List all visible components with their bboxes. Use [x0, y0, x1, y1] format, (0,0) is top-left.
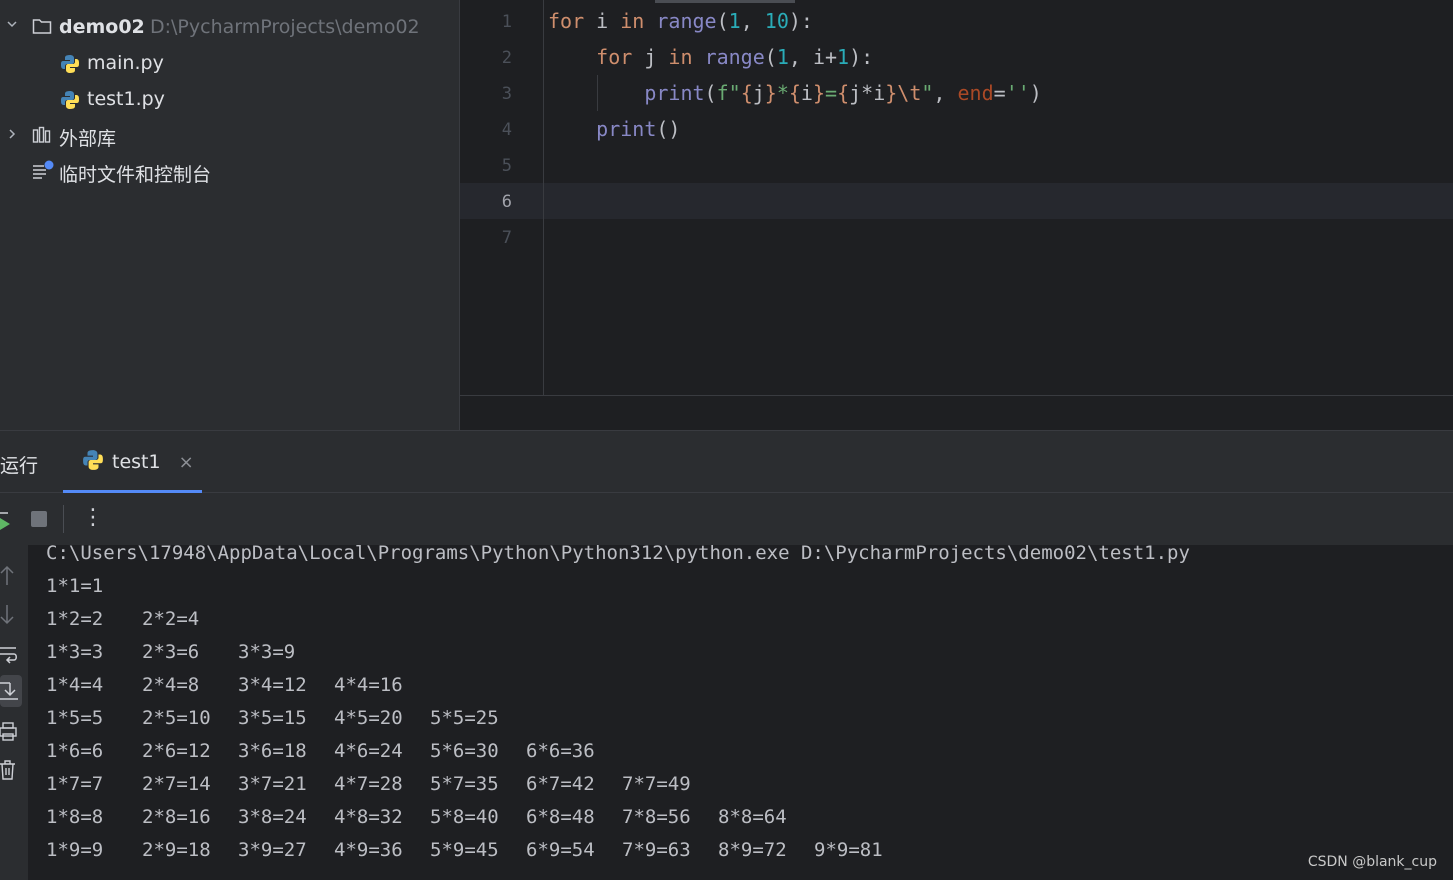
console-output-cell: 4*6=24 — [334, 740, 403, 762]
console-output-cell: 4*7=28 — [334, 773, 403, 795]
line-number: 7 — [501, 228, 512, 248]
line-number-gutter: 1 2 3 4 5 6 7 — [460, 0, 544, 395]
console-output-cell: 3*4=12 — [238, 674, 307, 696]
code-line-3[interactable]: print(f"{j}*{i}={j*i}\t", end='') — [548, 75, 1042, 111]
console-output-cell: 1*7=7 — [46, 773, 104, 795]
console-side-toolbar — [0, 545, 28, 880]
line-number: 3 — [501, 84, 512, 104]
console-output-cell: 4*9=36 — [334, 839, 403, 861]
console-output-cell: 5*8=40 — [430, 806, 499, 828]
console-output-cell: 2*2=4 — [142, 608, 200, 630]
console-output-cell: 7*7=49 — [622, 773, 691, 795]
console-output-cell: 7*8=56 — [622, 806, 691, 828]
console-output-cell: 1*9=9 — [46, 839, 104, 861]
watermark: CSDN @blank_cup — [1307, 854, 1437, 870]
run-tab-label: test1 — [112, 451, 161, 473]
run-tab-test1[interactable]: test1 × — [82, 447, 194, 477]
console-output-cell: 1*2=2 — [46, 608, 104, 630]
toolbar-separator — [63, 505, 64, 533]
project-root-path: D:\PycharmProjects\demo02 — [150, 16, 420, 38]
run-tool-header: 运行 test1 × — [0, 430, 1453, 493]
console-output[interactable]: C:\Users\17948\AppData\Local\Programs\Py… — [28, 542, 1453, 880]
console-output-cell: 3*8=24 — [238, 806, 307, 828]
tree-item-scratches[interactable]: 临时文件和控制台 — [0, 154, 459, 190]
console-output-cell: 5*7=35 — [430, 773, 499, 795]
close-icon[interactable]: × — [179, 452, 194, 473]
console-output-cell: 2*4=8 — [142, 674, 200, 696]
console-output-cell: 1*5=5 — [46, 707, 104, 729]
editor-status-strip — [460, 395, 1453, 430]
line-number: 4 — [501, 120, 512, 140]
console-output-cell: 2*3=6 — [142, 641, 200, 663]
console-output-cell: 5*5=25 — [430, 707, 499, 729]
console-output-cell: 2*6=12 — [142, 740, 211, 762]
console-output-cell: 8*8=64 — [718, 806, 787, 828]
console-output-cell: 2*7=14 — [142, 773, 211, 795]
console-output-cell: 1*1=1 — [46, 575, 104, 597]
code-line-1[interactable]: for i in range(1, 10): — [548, 3, 813, 39]
print-icon[interactable] — [0, 720, 18, 746]
rerun-icon[interactable] — [0, 509, 12, 535]
console-output-cell: 6*6=36 — [526, 740, 595, 762]
file-name: test1.py — [87, 88, 165, 110]
line-number: 5 — [501, 156, 512, 176]
arrow-up-icon[interactable] — [0, 565, 14, 591]
console-output-cell: 2*8=16 — [142, 806, 211, 828]
chevron-down-icon[interactable] — [6, 18, 18, 34]
soft-wrap-icon[interactable] — [0, 643, 18, 669]
console-output-cell: 1*3=3 — [46, 641, 104, 663]
console-output-cell: 3*7=21 — [238, 773, 307, 795]
line-number: 1 — [501, 12, 512, 32]
scratches-label: 临时文件和控制台 — [59, 164, 212, 186]
console-output-cell: 5*9=45 — [430, 839, 499, 861]
console-output-cell: 1*6=6 — [46, 740, 104, 762]
chevron-right-icon[interactable] — [6, 128, 18, 144]
project-root-name: demo02 — [59, 16, 145, 38]
run-title: 运行 — [0, 455, 39, 477]
python-file-icon — [82, 449, 104, 476]
arrow-down-icon[interactable] — [0, 603, 14, 629]
console-output-cell: 5*6=30 — [430, 740, 499, 762]
tree-item-main-py[interactable]: main.py — [0, 46, 459, 82]
line-number-current: 6 — [501, 192, 512, 212]
file-name: main.py — [87, 52, 164, 74]
console-output-cell: 3*3=9 — [238, 641, 296, 663]
line-number: 2 — [501, 48, 512, 68]
tree-item-external-libraries[interactable]: 外部库 — [0, 118, 459, 154]
current-line-highlight — [460, 183, 1453, 219]
console-output-cell: 4*5=20 — [334, 707, 403, 729]
python-file-icon — [60, 54, 80, 79]
console-output-cell: 4*8=32 — [334, 806, 403, 828]
console-output-cell: 6*7=42 — [526, 773, 595, 795]
trash-icon[interactable] — [0, 759, 16, 785]
scratches-icon — [32, 160, 56, 185]
more-options-icon[interactable]: ⋮ — [82, 505, 104, 530]
console-output-cell: 6*9=54 — [526, 839, 595, 861]
stop-icon[interactable] — [30, 510, 48, 532]
tree-item-test1-py[interactable]: test1.py — [0, 82, 459, 118]
code-line-4[interactable]: print() — [548, 111, 680, 147]
console-output-cell: 3*5=15 — [238, 707, 307, 729]
console-output-cell: 4*4=16 — [334, 674, 403, 696]
python-file-icon — [60, 90, 80, 115]
library-icon — [32, 126, 52, 149]
scroll-to-end-icon[interactable] — [0, 675, 22, 707]
console-output-cell: 7*9=63 — [622, 839, 691, 861]
code-line-2[interactable]: for j in range(1, i+1): — [548, 39, 873, 75]
external-libraries-label: 外部库 — [59, 128, 117, 150]
console-output-cell: 1*4=4 — [46, 674, 104, 696]
console-output-cell: 8*9=72 — [718, 839, 787, 861]
folder-icon — [32, 17, 52, 40]
console-output-cell: 3*6=18 — [238, 740, 307, 762]
console-output-cell: 9*9=81 — [814, 839, 883, 861]
console-output-cell: 6*8=48 — [526, 806, 595, 828]
console-output-cell: 2*5=10 — [142, 707, 211, 729]
console-output-cell: 1*8=8 — [46, 806, 104, 828]
code-editor[interactable]: 1 2 3 4 5 6 7 for i in range(1, 10): for… — [459, 0, 1453, 430]
console-command-line: C:\Users\17948\AppData\Local\Programs\Py… — [46, 542, 1190, 564]
project-panel: demo02 D:\PycharmProjects\demo02 main.py… — [0, 0, 459, 430]
console-output-cell: 2*9=18 — [142, 839, 211, 861]
console-output-cell: 3*9=27 — [238, 839, 307, 861]
